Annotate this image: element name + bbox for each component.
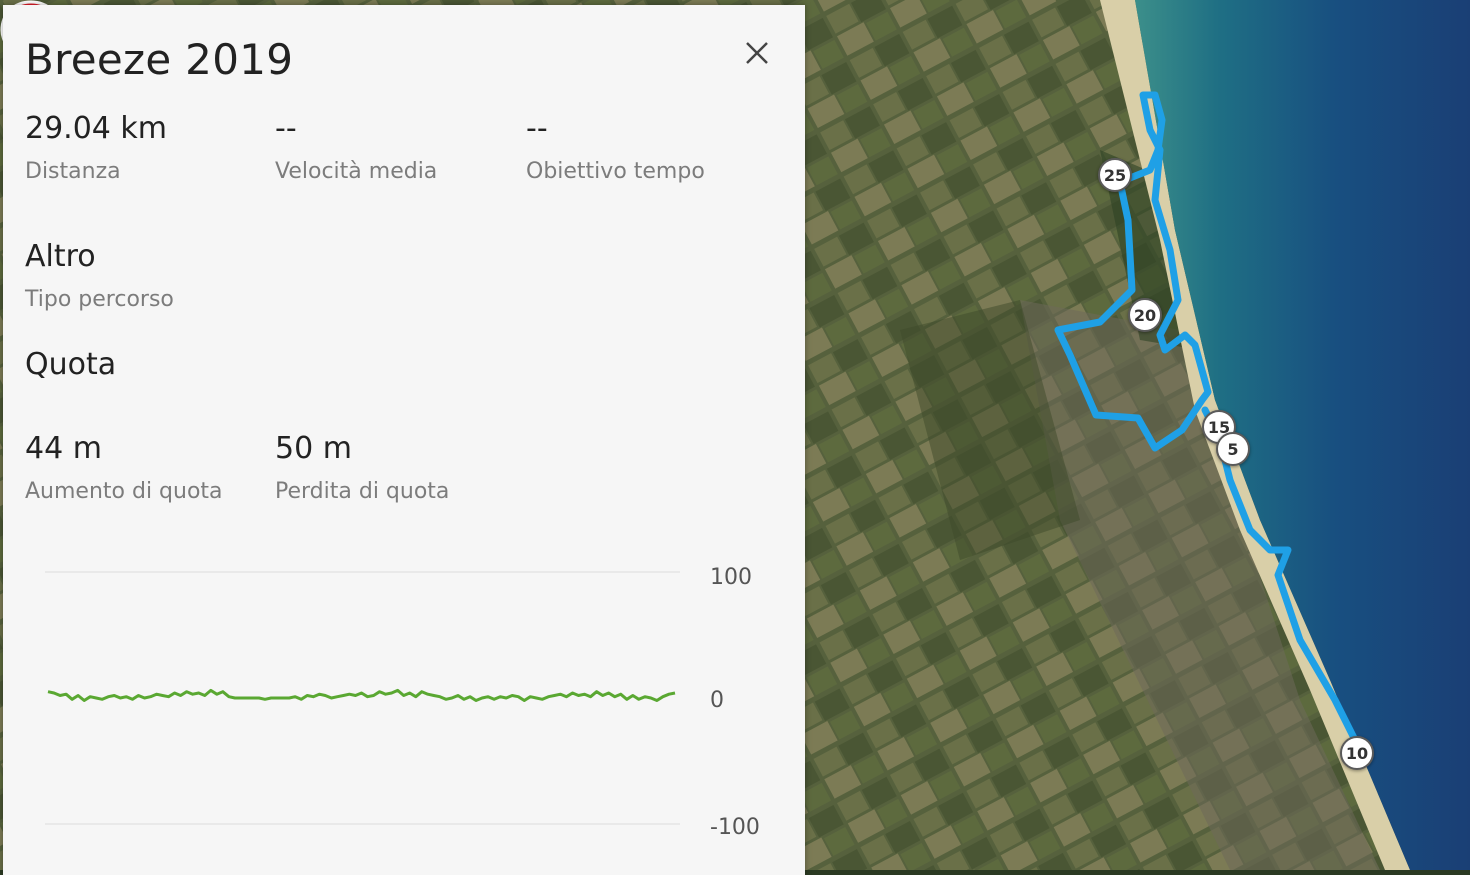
- elevation-gain-value: 44 m: [25, 431, 102, 466]
- close-icon[interactable]: [741, 37, 773, 69]
- avg-speed-value: --: [275, 111, 297, 146]
- route-title: Breeze 2019: [25, 35, 294, 84]
- km-marker-5[interactable]: 5: [1216, 432, 1250, 466]
- km-marker-20[interactable]: 20: [1128, 298, 1162, 332]
- time-goal-label: Obiettivo tempo: [526, 159, 705, 184]
- avg-speed-label: Velocità media: [275, 159, 438, 184]
- km-marker-25[interactable]: 25: [1098, 158, 1132, 192]
- km-marker-10[interactable]: 10: [1340, 736, 1374, 770]
- route-type-value: Altro: [25, 239, 96, 274]
- y-tick-bottom: -100: [710, 815, 760, 840]
- elevation-series-line: [47, 688, 676, 702]
- elevation-gain-label: Aumento di quota: [25, 479, 223, 504]
- y-tick-mid: 0: [710, 688, 724, 713]
- distance-value: 29.04 km: [25, 111, 168, 146]
- time-goal-value: --: [526, 111, 548, 146]
- elevation-heading: Quota: [25, 347, 117, 382]
- elevation-chart[interactable]: 100 0 -100: [3, 550, 803, 870]
- route-details-panel: Breeze 2019 29.04 km Distanza -- Velocit…: [3, 5, 805, 875]
- distance-label: Distanza: [25, 159, 121, 184]
- elevation-loss-value: 50 m: [275, 431, 352, 466]
- route-type-label: Tipo percorso: [25, 287, 174, 312]
- y-tick-top: 100: [710, 565, 752, 590]
- elevation-loss-label: Perdita di quota: [275, 479, 450, 504]
